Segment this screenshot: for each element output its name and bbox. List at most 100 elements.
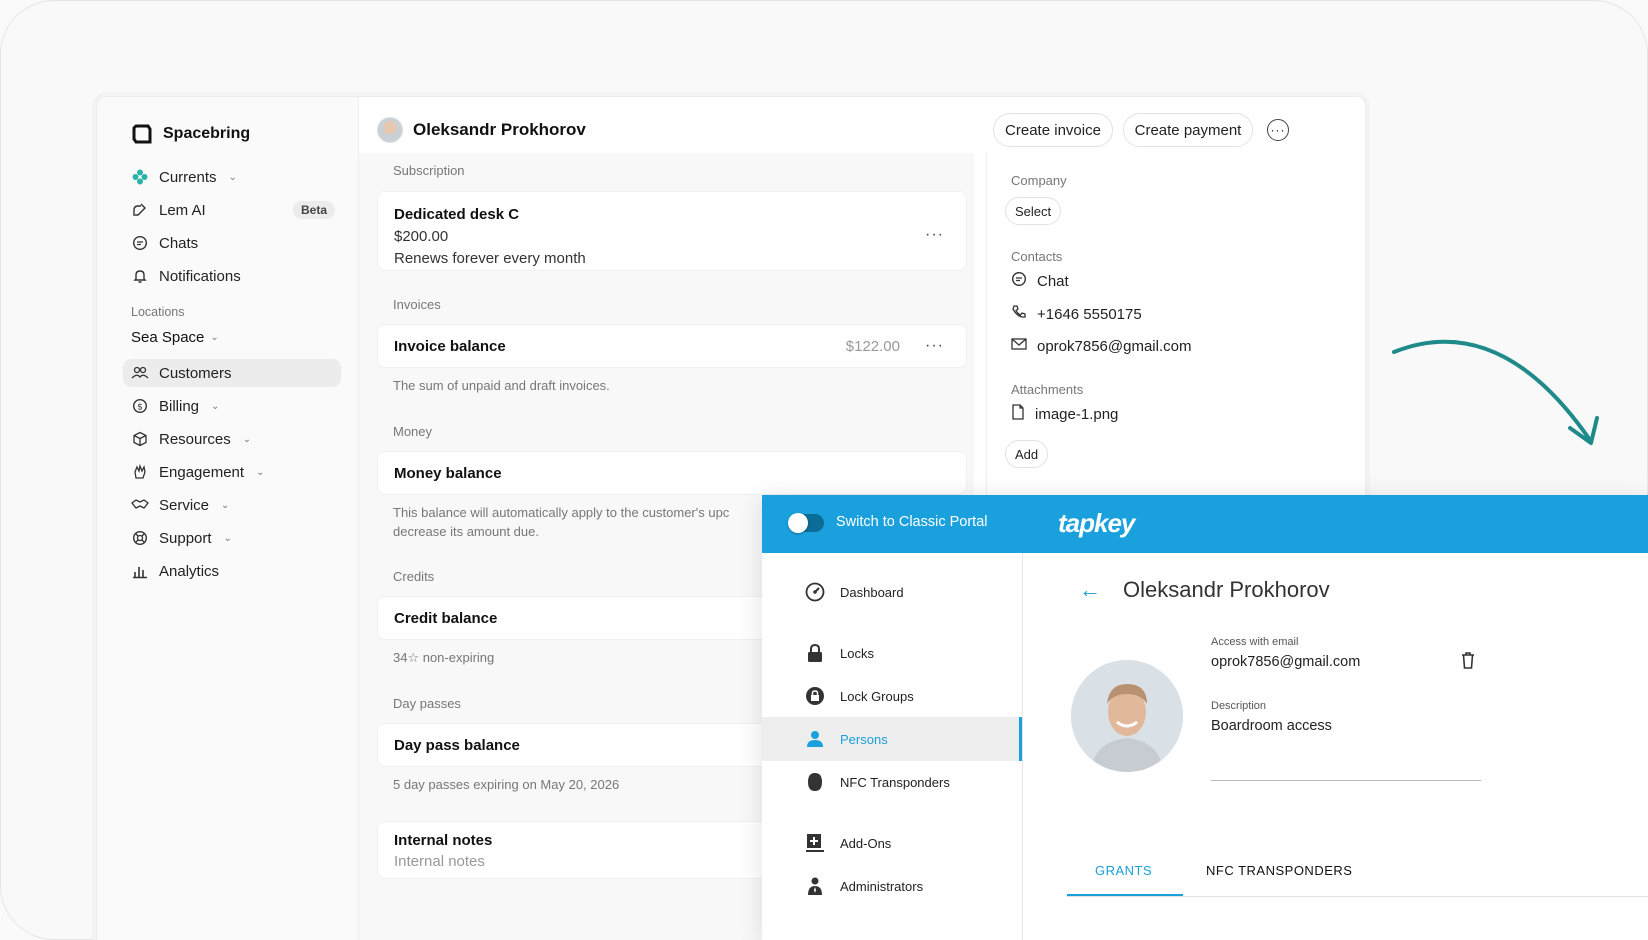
nfc-icon [804,771,826,793]
lock-icon [804,642,826,664]
active-tab-indicator [1067,894,1183,896]
contact-phone[interactable]: +1646 5550175 [1011,304,1142,324]
nav-currents-label: Currents [159,168,217,186]
nav-lem-ai[interactable]: Lem AI Beta [123,196,341,224]
access-email-value: oprok7856@gmail.com [1211,654,1361,670]
nav-customers[interactable]: Customers [123,359,341,387]
nav-billing[interactable]: $ Billing ⌄ [123,392,341,420]
contacts-label: Contacts [1011,249,1063,264]
back-arrow-icon[interactable]: ← [1079,577,1101,603]
money-note-line-2: decrease its amount due. [393,524,539,539]
nav-chats[interactable]: Chats [123,229,341,257]
nav-lem-ai-label: Lem AI [159,201,206,219]
invoice-note: The sum of unpaid and draft invoices. [393,378,610,393]
chevron-down-icon: ⌄ [242,433,252,445]
contact-email[interactable]: oprok7856@gmail.com [1011,337,1191,355]
money-note: This balance will automatically apply to… [393,503,729,541]
nav-resources-label: Resources [159,430,231,448]
tk-nav-administrators[interactable]: Administrators [762,864,1022,908]
company-select-button[interactable]: Select [1005,197,1062,225]
description-underline [1211,780,1481,781]
credit-balance-title: Credit balance [394,609,498,627]
tk-nav-dashboard[interactable]: Dashboard [762,570,1022,614]
tk-nav-persons[interactable]: Persons [762,717,1022,761]
person-name: Oleksandr Prokhorov [1123,577,1330,602]
nav-service-label: Service [159,496,210,514]
chevron-down-icon: ⌄ [228,171,237,183]
chat-icon [131,234,149,252]
tab-grants[interactable]: GRANTS [1095,863,1152,878]
lifebuoy-icon [131,529,149,547]
more-horizontal-icon[interactable]: ··· [925,226,944,244]
chevron-down-icon: ⌄ [223,532,232,544]
tabs-divider [1067,896,1648,897]
switch-classic-label: Switch to Classic Portal [836,514,988,530]
attachment-item[interactable]: image-1.png [1011,404,1118,424]
tapkey-window: Switch to Classic Portal tapkey Dashboar… [762,495,1648,940]
add-attachment-button[interactable]: Add [1005,440,1049,468]
analytics-icon [131,562,149,580]
money-balance-card[interactable]: Money balance [377,451,967,495]
mail-icon [1011,337,1027,355]
nav-analytics-label: Analytics [159,562,220,580]
beta-badge: Beta [292,201,335,219]
tab-nfc-transponders[interactable]: NFC TRANSPONDERS [1206,863,1352,878]
tk-nav-nfc[interactable]: NFC Transponders [762,760,1022,804]
dashboard-icon [804,581,826,603]
create-invoice-button[interactable]: Create invoice [993,113,1113,147]
nav-notifications-label: Notifications [159,267,241,285]
tk-nav-locks[interactable]: Locks [762,631,1022,675]
file-icon [1011,404,1025,424]
nav-currents[interactable]: Currents ⌄ [123,163,341,191]
chevron-down-icon: ⌄ [256,466,265,478]
subscription-renewal: Renews forever every month [394,250,586,267]
tk-nav-administrators-label: Administrators [840,878,924,894]
day-pass-balance-title: Day pass balance [394,736,520,754]
nav-resources[interactable]: Resources ⌄ [123,425,341,453]
trash-icon[interactable] [1461,651,1475,674]
subscription-price: $200.00 [394,228,449,245]
location-selector[interactable]: Sea Space ⌄ [131,329,219,346]
billing-icon: $ [131,397,149,415]
bell-icon [131,267,149,285]
classic-portal-toggle[interactable] [788,513,824,533]
create-payment-button[interactable]: Create payment [1123,113,1253,147]
more-horizontal-icon[interactable]: ··· [925,337,944,355]
chevron-down-icon: ⌄ [221,499,230,511]
chat-icon [1011,271,1027,291]
tapkey-sidebar: Dashboard Locks Lock Groups Persons NFC … [762,553,1023,940]
tk-nav-add-ons-label: Add-Ons [840,835,892,851]
cube-icon [131,430,149,448]
lock-groups-icon [804,685,826,707]
money-note-line-1: This balance will automatically apply to… [393,505,730,520]
nav-engagement[interactable]: Engagement ⌄ [123,458,341,486]
sidebar: Spacebring Currents ⌄ Lem AI Beta Chats … [97,97,359,940]
nav-analytics[interactable]: Analytics [123,557,341,585]
nav-support-label: Support [159,529,212,547]
more-options-icon[interactable]: ··· [1267,119,1289,141]
customer-name: Oleksandr Prokhorov [413,120,586,139]
nav-notifications[interactable]: Notifications [123,262,341,290]
brand[interactable]: Spacebring [131,123,250,145]
invoice-balance-card[interactable]: Invoice balance $122.00 ··· [377,324,967,368]
subscription-card[interactable]: Dedicated desk C $200.00 Renews forever … [377,191,967,271]
nav-service[interactable]: Service ⌄ [123,491,341,519]
contact-chat[interactable]: Chat [1011,271,1069,291]
tk-nav-nfc-label: NFC Transponders [840,774,950,790]
nav-support[interactable]: Support ⌄ [123,524,341,552]
tk-nav-add-ons[interactable]: Add-Ons [762,821,1022,865]
description-value[interactable]: Boardroom access [1211,718,1332,734]
tk-nav-lock-groups[interactable]: Lock Groups [762,674,1022,718]
nav-customers-label: Customers [159,364,232,382]
engagement-icon [131,463,149,481]
subscription-title: Dedicated desk C [394,206,520,223]
administrators-icon [804,875,826,897]
svg-text:$: $ [137,403,143,413]
lem-ai-icon [131,201,149,219]
attachment-filename: image-1.png [1035,405,1119,423]
tapkey-header-bar: Switch to Classic Portal tapkey [762,495,1648,553]
brand-name: Spacebring [163,125,251,142]
chevron-down-icon: ⌄ [210,332,219,343]
nav-billing-label: Billing [159,397,200,415]
locations-label: Locations [131,305,185,319]
